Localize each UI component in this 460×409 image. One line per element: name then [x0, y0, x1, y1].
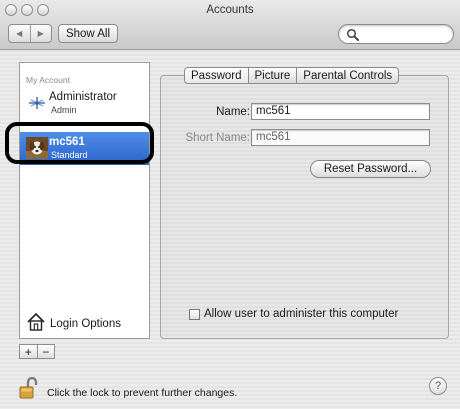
account-name: mc561 — [49, 136, 85, 148]
lock-status-text: Click the lock to prevent further change… — [47, 387, 238, 399]
allow-admin-label: Allow user to administer this computer — [204, 308, 399, 320]
my-account-section-label: My Account — [26, 75, 70, 85]
window-title: Accounts — [206, 4, 254, 16]
search-icon — [346, 28, 359, 41]
account-role: Standard — [51, 150, 88, 160]
remove-account-button[interactable]: − — [36, 345, 55, 358]
tab-parental-controls[interactable]: Parental Controls — [296, 68, 398, 83]
reset-password-button[interactable]: Reset Password... — [310, 160, 431, 178]
name-label: Name: — [216, 106, 250, 118]
toolbar: Accounts ◀ ▶ Show All — [0, 0, 460, 50]
account-tabs: Password Picture Parental Controls — [184, 67, 400, 84]
short-name-label: Short Name: — [185, 132, 250, 144]
house-icon — [27, 312, 45, 331]
dog-picture-icon — [26, 137, 48, 159]
short-name-field: mc561 — [251, 129, 430, 146]
account-item-administrator[interactable]: Administrator Admin — [20, 87, 149, 120]
account-name: Administrator — [49, 91, 117, 103]
login-options-label: Login Options — [50, 318, 121, 330]
allow-admin-checkbox[interactable] — [189, 308, 200, 320]
tab-picture[interactable]: Picture — [247, 68, 297, 83]
back-forward-control: ◀ ▶ — [8, 24, 52, 43]
allow-admin-checkbox-row[interactable]: Allow user to administer this computer — [189, 308, 398, 320]
help-button[interactable]: ? — [429, 377, 447, 395]
lock-icon[interactable] — [19, 377, 39, 399]
add-account-button[interactable]: + — [20, 345, 37, 358]
name-field[interactable]: mc561 — [251, 103, 430, 120]
account-role: Admin — [51, 105, 77, 115]
admin-user-icon — [29, 97, 45, 109]
show-all-button[interactable]: Show All — [58, 24, 118, 43]
tab-password[interactable]: Password — [185, 68, 248, 83]
accounts-window: Accounts ◀ ▶ Show All My Account Adminis… — [0, 0, 460, 409]
account-item-mc561[interactable]: mc561 Standard — [20, 132, 149, 165]
account-list: My Account Administrator Admin mc561 Sta… — [19, 62, 150, 339]
search-field[interactable] — [338, 24, 454, 44]
back-arrow-icon[interactable]: ◀ — [9, 25, 30, 42]
forward-arrow-icon[interactable]: ▶ — [29, 25, 52, 42]
login-options-item[interactable]: Login Options — [20, 308, 149, 338]
add-remove-control: + − — [19, 344, 55, 359]
